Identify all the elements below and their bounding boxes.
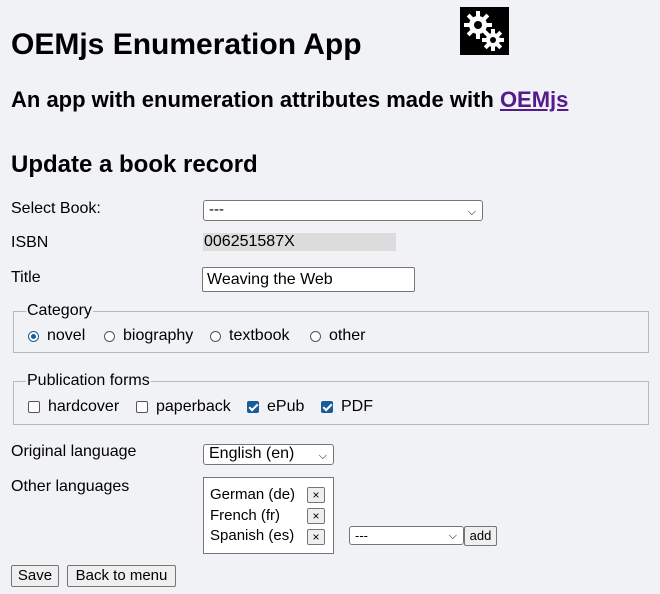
original-language-dropdown[interactable]: English (en) ⌵ xyxy=(203,444,334,465)
other-languages-label: Other languages xyxy=(11,478,130,495)
other-languages-list: German (de) × French (fr) × Spanish (es)… xyxy=(203,477,334,554)
category-option-label: textbook xyxy=(229,327,290,344)
radio-icon[interactable] xyxy=(104,330,115,342)
checkbox-checked-icon[interactable] xyxy=(321,401,333,413)
remove-spanish-button[interactable]: × xyxy=(307,529,325,545)
publication-forms-legend: Publication forms xyxy=(26,372,151,390)
checkbox-checked-icon[interactable] xyxy=(247,401,259,413)
language-item-label: Spanish (es) xyxy=(210,527,295,544)
original-language-value: English (en) xyxy=(209,445,295,462)
app-title: OEMjs Enumeration App xyxy=(11,28,362,61)
category-option-textbook[interactable]: textbook xyxy=(210,326,289,346)
radio-icon[interactable] xyxy=(310,330,321,342)
isbn-value: 006251587X xyxy=(203,233,396,251)
title-label: Title xyxy=(11,269,41,286)
category-option-label: novel xyxy=(47,327,86,344)
oemjs-link[interactable]: OEMjs xyxy=(500,87,568,112)
form-title: Update a book record xyxy=(11,151,258,178)
language-item-label: French (fr) xyxy=(210,507,281,524)
pubform-option-paperback[interactable]: paperback xyxy=(136,397,231,417)
pubform-option-hardcover[interactable]: hardcover xyxy=(28,397,119,417)
category-option-other[interactable]: other xyxy=(310,326,365,346)
add-language-dropdown[interactable]: --- ⌵ xyxy=(349,526,464,545)
add-language-button[interactable]: add xyxy=(464,526,497,546)
list-item: Spanish (es) xyxy=(210,527,294,545)
select-book-label: Select Book: xyxy=(11,200,101,217)
add-language-value: --- xyxy=(355,528,368,543)
category-fieldset: Category novel biography textbook other xyxy=(13,302,649,353)
radio-icon[interactable] xyxy=(210,330,221,342)
isbn-label: ISBN xyxy=(11,234,49,251)
pubform-option-label: paperback xyxy=(156,398,231,415)
checkbox-icon[interactable] xyxy=(28,401,40,413)
pubform-option-label: hardcover xyxy=(48,398,120,415)
save-button[interactable]: Save xyxy=(11,565,59,587)
title-input[interactable]: Weaving the Web xyxy=(202,267,415,292)
select-book-dropdown[interactable]: --- ⌵ xyxy=(203,200,483,221)
subtitle-text: An app with enumeration attributes made … xyxy=(11,87,500,112)
remove-german-button[interactable]: × xyxy=(307,487,325,503)
list-item: German (de) xyxy=(210,486,295,504)
checkbox-icon[interactable] xyxy=(136,401,148,413)
list-item: French (fr) xyxy=(210,507,280,525)
category-option-biography[interactable]: biography xyxy=(104,326,193,346)
pubform-option-pdf[interactable]: PDF xyxy=(321,397,373,417)
pubform-option-label: ePub xyxy=(267,398,305,415)
pubform-option-label: PDF xyxy=(341,398,373,415)
publication-forms-fieldset: Publication forms hardcover paperback eP… xyxy=(13,372,649,425)
chevron-down-icon: ⌵ xyxy=(467,206,476,218)
back-to-menu-button[interactable]: Back to menu xyxy=(67,565,176,587)
remove-french-button[interactable]: × xyxy=(307,508,325,524)
gears-icon xyxy=(460,7,509,55)
radio-selected-icon[interactable] xyxy=(28,330,39,342)
chevron-down-icon: ⌵ xyxy=(448,530,457,542)
original-language-label: Original language xyxy=(11,443,137,460)
select-book-value: --- xyxy=(209,201,224,218)
app-subtitle: An app with enumeration attributes made … xyxy=(11,86,568,114)
category-option-label: biography xyxy=(123,327,194,344)
category-option-label: other xyxy=(329,327,366,344)
category-option-novel[interactable]: novel xyxy=(28,326,85,346)
language-item-label: German (de) xyxy=(210,486,296,503)
category-legend: Category xyxy=(26,302,93,320)
pubform-option-epub[interactable]: ePub xyxy=(247,397,304,417)
chevron-down-icon: ⌵ xyxy=(318,450,327,462)
